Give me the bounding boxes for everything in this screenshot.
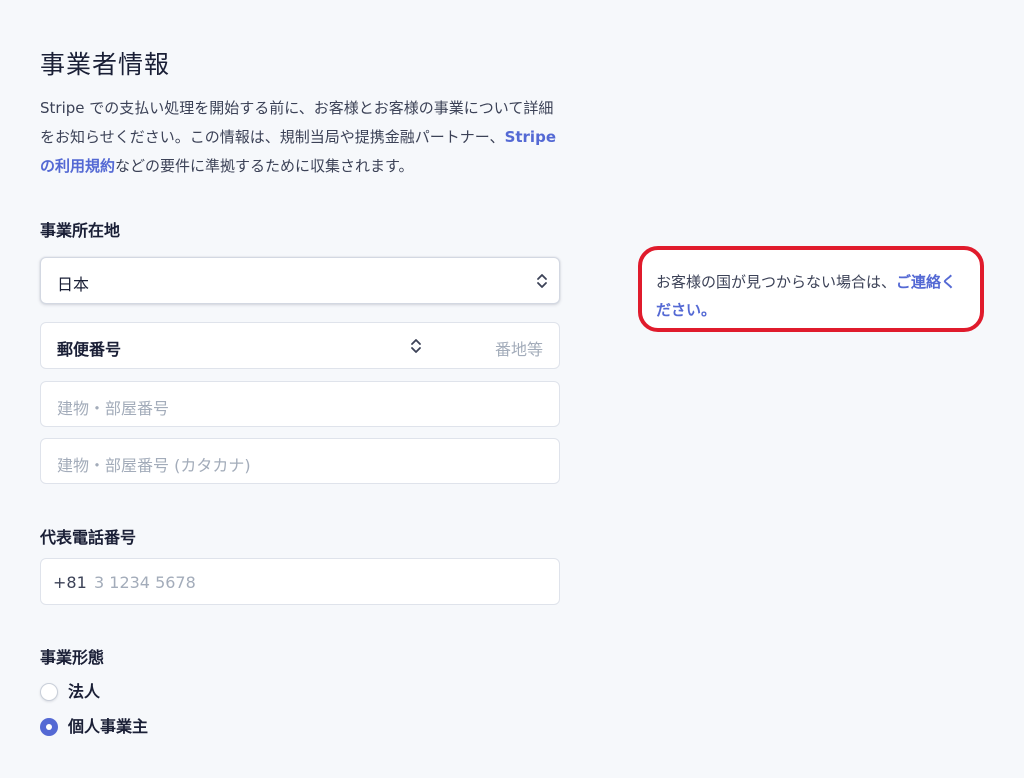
country-select-value: 日本 (57, 275, 90, 294)
intro-text-end: などの要件に準拠するために収集されます。 (115, 157, 414, 175)
business-address-label: 事業所在地 (40, 221, 121, 240)
building-kana-input-placeholder: 建物・部屋番号 (カタカナ) (57, 456, 251, 475)
building-input[interactable]: 建物・部屋番号 (40, 381, 560, 427)
help-note-text: お客様の国が見つからない場合は、 (656, 273, 897, 291)
country-select[interactable]: 日本 (40, 257, 560, 304)
radio-checked[interactable] (40, 718, 58, 736)
intro-paragraph: Stripe での支払い処理を開始する前に、お客様とお客様の事業について詳細をお… (40, 94, 560, 181)
street-address-input[interactable]: 番地等 (495, 336, 543, 360)
phone-input-placeholder: 3 1234 5678 (94, 573, 196, 592)
business-type-option-label: 法人 (68, 682, 101, 701)
business-type-label: 事業形態 (40, 648, 105, 667)
country-help-note: お客様の国が見つからない場合は、ご連絡ください。 (638, 246, 984, 332)
page-title: 事業者情報 (40, 50, 171, 79)
postal-code-value: 郵便番号 (57, 340, 122, 359)
chevron-up-down-icon (537, 274, 547, 288)
building-kana-input[interactable]: 建物・部屋番号 (カタカナ) (40, 438, 560, 484)
radio-unchecked[interactable] (40, 683, 58, 701)
phone-country-code: +81 (53, 573, 87, 592)
intro-text: Stripe での支払い処理を開始する前に、お客様とお客様の事業について詳細をお… (40, 99, 554, 146)
business-type-option-label: 個人事業主 (68, 717, 149, 736)
phone-label: 代表電話番号 (40, 528, 137, 547)
chevron-up-down-icon (411, 339, 421, 353)
building-input-placeholder: 建物・部屋番号 (57, 399, 170, 418)
postal-code-select[interactable]: 郵便番号 (41, 323, 441, 368)
phone-input[interactable]: +81 3 1234 5678 (40, 558, 560, 605)
postal-address-row: 郵便番号 番地等 (40, 322, 560, 369)
